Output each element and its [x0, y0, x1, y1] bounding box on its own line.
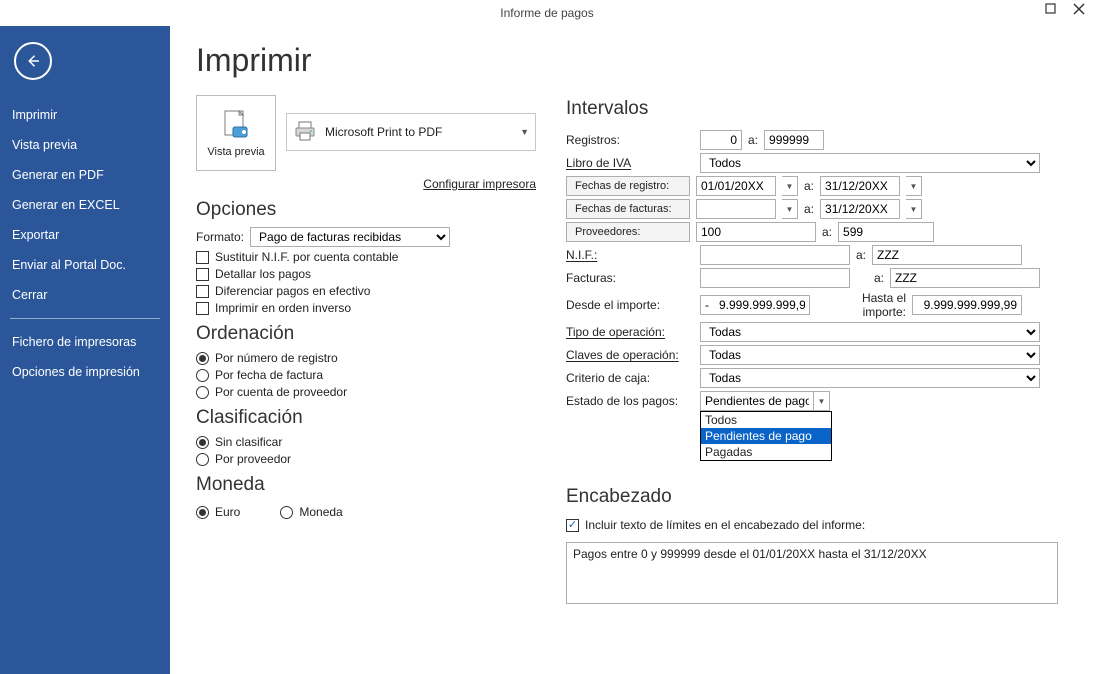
registros-from-input[interactable] — [700, 130, 742, 150]
nif-label: N.I.F.: — [566, 248, 694, 262]
maximize-icon[interactable] — [1042, 0, 1060, 18]
estado-pagos-dropdown[interactable]: Todos Pendientes de pago Pagadas — [700, 411, 832, 461]
chevron-down-icon: ▼ — [520, 127, 529, 137]
sidebar: Imprimir Vista previa Generar en PDF Gen… — [0, 26, 170, 674]
close-icon[interactable] — [1070, 0, 1088, 18]
sidebar-item-fichero-impresoras[interactable]: Fichero de impresoras — [0, 327, 170, 357]
hasta-importe-input[interactable] — [912, 295, 1022, 315]
nif-from[interactable] — [700, 245, 850, 265]
estado-option-pendientes[interactable]: Pendientes de pago — [701, 428, 831, 444]
date-picker-icon[interactable]: ▼ — [906, 176, 922, 196]
fechas-facturas-from[interactable] — [696, 199, 776, 219]
radio-por-fecha[interactable]: Por fecha de factura — [196, 368, 536, 382]
ordenacion-heading: Ordenación — [196, 323, 536, 345]
hasta-importe-label: Hasta el importe: — [816, 291, 906, 319]
registros-to-input[interactable] — [764, 130, 824, 150]
a-label: a: — [856, 248, 866, 262]
fechas-facturas-to[interactable] — [820, 199, 900, 219]
back-button[interactable] — [14, 42, 52, 80]
libro-iva-select[interactable]: Todos — [700, 153, 1040, 173]
radio-por-registro[interactable]: Por número de registro — [196, 351, 536, 365]
printer-name: Microsoft Print to PDF — [325, 125, 442, 139]
fechas-registro-to[interactable] — [820, 176, 900, 196]
main-panel: Imprimir Vista previa Microsoft Print to… — [170, 26, 1094, 674]
estado-pagos-value[interactable] — [700, 391, 814, 411]
chk-diferenciar-efectivo[interactable]: Diferenciar pagos en efectivo — [196, 284, 536, 298]
fechas-registro-button[interactable]: Fechas de registro: — [566, 176, 690, 196]
tipo-operacion-select[interactable]: Todas — [700, 322, 1040, 342]
registros-label: Registros: — [566, 133, 694, 147]
clasificacion-heading: Clasificación — [196, 407, 536, 429]
sidebar-item-vista-previa[interactable]: Vista previa — [0, 130, 170, 160]
window-title: Informe de pagos — [500, 6, 593, 20]
facturas-to[interactable] — [890, 268, 1040, 288]
estado-pagos-dropdown-button[interactable]: ▼ — [814, 391, 830, 411]
proveedores-button[interactable]: Proveedores: — [566, 222, 690, 242]
claves-operacion-select[interactable]: Todas — [700, 345, 1040, 365]
sidebar-item-cerrar[interactable]: Cerrar — [0, 280, 170, 310]
a-label: a: — [748, 133, 758, 147]
facturas-label: Facturas: — [566, 271, 694, 285]
chk-incluir-texto-limites[interactable]: Incluir texto de límites en el encabezad… — [566, 518, 1058, 532]
preview-button[interactable]: Vista previa — [196, 95, 276, 171]
a-label: a: — [804, 179, 814, 193]
sidebar-item-enviar-portal[interactable]: Enviar al Portal Doc. — [0, 250, 170, 280]
fechas-registro-from[interactable] — [696, 176, 776, 196]
radio-por-cuenta[interactable]: Por cuenta de proveedor — [196, 385, 536, 399]
proveedores-to[interactable] — [838, 222, 934, 242]
claves-operacion-label: Claves de operación: — [566, 348, 694, 362]
facturas-from[interactable] — [700, 268, 850, 288]
a-label: a: — [874, 271, 884, 285]
estado-option-todos[interactable]: Todos — [701, 412, 831, 428]
proveedores-from[interactable] — [696, 222, 816, 242]
libro-iva-label: Libro de IVA — [566, 156, 694, 170]
desde-importe-input[interactable] — [700, 295, 810, 315]
formato-label: Formato: — [196, 230, 244, 244]
sidebar-separator — [10, 318, 160, 319]
sidebar-item-opciones-impresion[interactable]: Opciones de impresión — [0, 357, 170, 387]
page-title: Imprimir — [196, 42, 536, 79]
date-picker-icon[interactable]: ▼ — [782, 176, 798, 196]
preview-label: Vista previa — [207, 146, 264, 158]
title-bar: Informe de pagos — [0, 0, 1094, 26]
desde-importe-label: Desde el importe: — [566, 298, 694, 312]
fechas-facturas-button[interactable]: Fechas de facturas: — [566, 199, 690, 219]
document-preview-icon — [219, 108, 253, 142]
encabezado-heading: Encabezado — [566, 486, 1058, 508]
formato-select[interactable]: Pago de facturas recibidas — [250, 227, 450, 247]
moneda-heading: Moneda — [196, 474, 536, 496]
criterio-caja-select[interactable]: Todas — [700, 368, 1040, 388]
chk-sustituir-nif[interactable]: Sustituir N.I.F. por cuenta contable — [196, 250, 536, 264]
estado-option-pagadas[interactable]: Pagadas — [701, 444, 831, 460]
printer-select[interactable]: Microsoft Print to PDF ▼ — [286, 113, 536, 151]
sidebar-item-exportar[interactable]: Exportar — [0, 220, 170, 250]
sidebar-item-generar-pdf[interactable]: Generar en PDF — [0, 160, 170, 190]
a-label: a: — [804, 202, 814, 216]
date-picker-icon[interactable]: ▼ — [782, 199, 798, 219]
tipo-operacion-label: Tipo de operación: — [566, 325, 694, 339]
configure-printer-link[interactable]: Configurar impresora — [286, 177, 536, 191]
chk-orden-inverso[interactable]: Imprimir en orden inverso — [196, 301, 536, 315]
chk-detallar-pagos[interactable]: Detallar los pagos — [196, 267, 536, 281]
intervalos-heading: Intervalos — [566, 98, 1058, 120]
nif-to[interactable] — [872, 245, 1022, 265]
opciones-heading: Opciones — [196, 199, 536, 221]
printer-icon — [293, 119, 317, 146]
encabezado-text: Pagos entre 0 y 999999 desde el 01/01/20… — [573, 547, 927, 561]
sidebar-item-generar-excel[interactable]: Generar en EXCEL — [0, 190, 170, 220]
radio-moneda[interactable]: Moneda — [280, 505, 342, 519]
date-picker-icon[interactable]: ▼ — [906, 199, 922, 219]
radio-por-proveedor[interactable]: Por proveedor — [196, 452, 536, 466]
radio-euro[interactable]: Euro — [196, 505, 240, 519]
estado-pagos-label: Estado de los pagos: — [566, 394, 694, 408]
criterio-caja-label: Criterio de caja: — [566, 371, 694, 385]
a-label: a: — [822, 225, 832, 239]
radio-sin-clasificar[interactable]: Sin clasificar — [196, 435, 536, 449]
encabezado-textarea[interactable]: Pagos entre 0 y 999999 desde el 01/01/20… — [566, 542, 1058, 604]
sidebar-item-imprimir[interactable]: Imprimir — [0, 100, 170, 130]
